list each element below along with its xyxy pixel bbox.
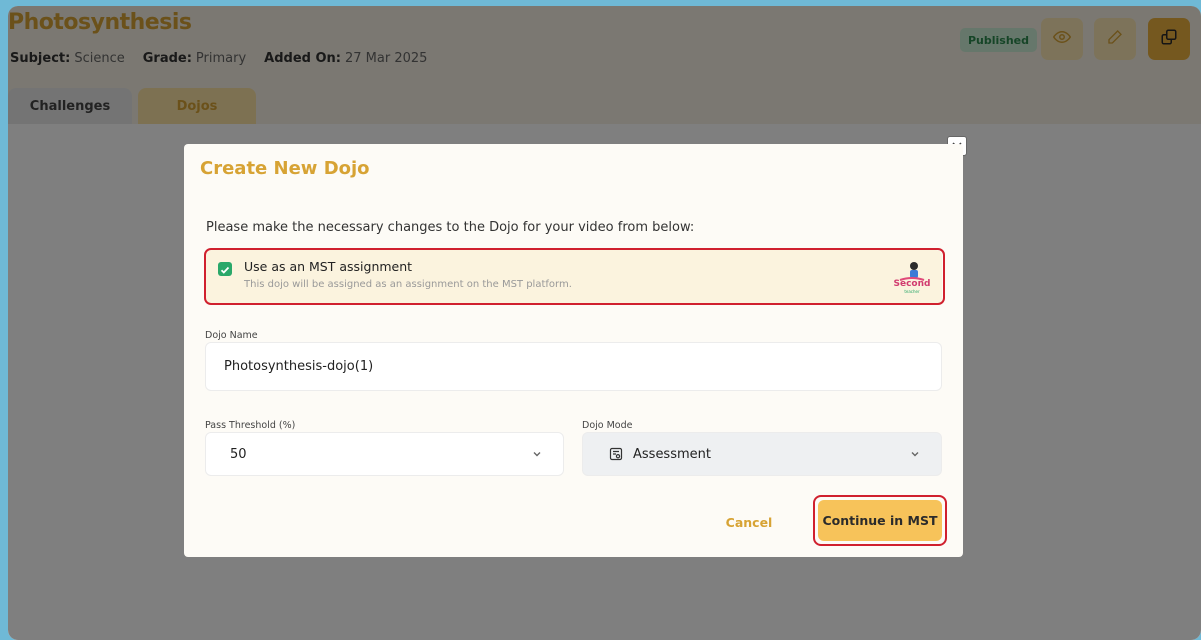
cancel-button[interactable]: Cancel <box>714 510 784 534</box>
modal-description: Please make the necessary changes to the… <box>206 220 695 235</box>
pass-threshold-label: Pass Threshold (%) <box>205 420 296 431</box>
dojo-name-label: Dojo Name <box>205 330 258 341</box>
dojo-name-input[interactable]: Photosynthesis-dojo(1) <box>205 342 942 391</box>
dojo-mode-select[interactable]: Assessment <box>582 432 942 476</box>
mst-highlight-outline <box>204 248 945 305</box>
continue-highlight-outline <box>813 495 947 546</box>
dojo-mode-value: Assessment <box>633 446 711 462</box>
pass-threshold-select[interactable]: 50 <box>205 432 564 476</box>
chevron-down-icon <box>531 448 543 464</box>
chevron-down-icon <box>909 448 921 464</box>
pass-threshold-value: 50 <box>230 446 247 462</box>
dojo-mode-label: Dojo Mode <box>582 420 633 431</box>
app-frame: Photosynthesis Subject:Science Grade:Pri… <box>8 6 1201 640</box>
modal-title: Create New Dojo <box>200 158 370 179</box>
create-dojo-modal: Create New Dojo Please make the necessar… <box>184 144 963 557</box>
assessment-icon <box>609 447 623 461</box>
